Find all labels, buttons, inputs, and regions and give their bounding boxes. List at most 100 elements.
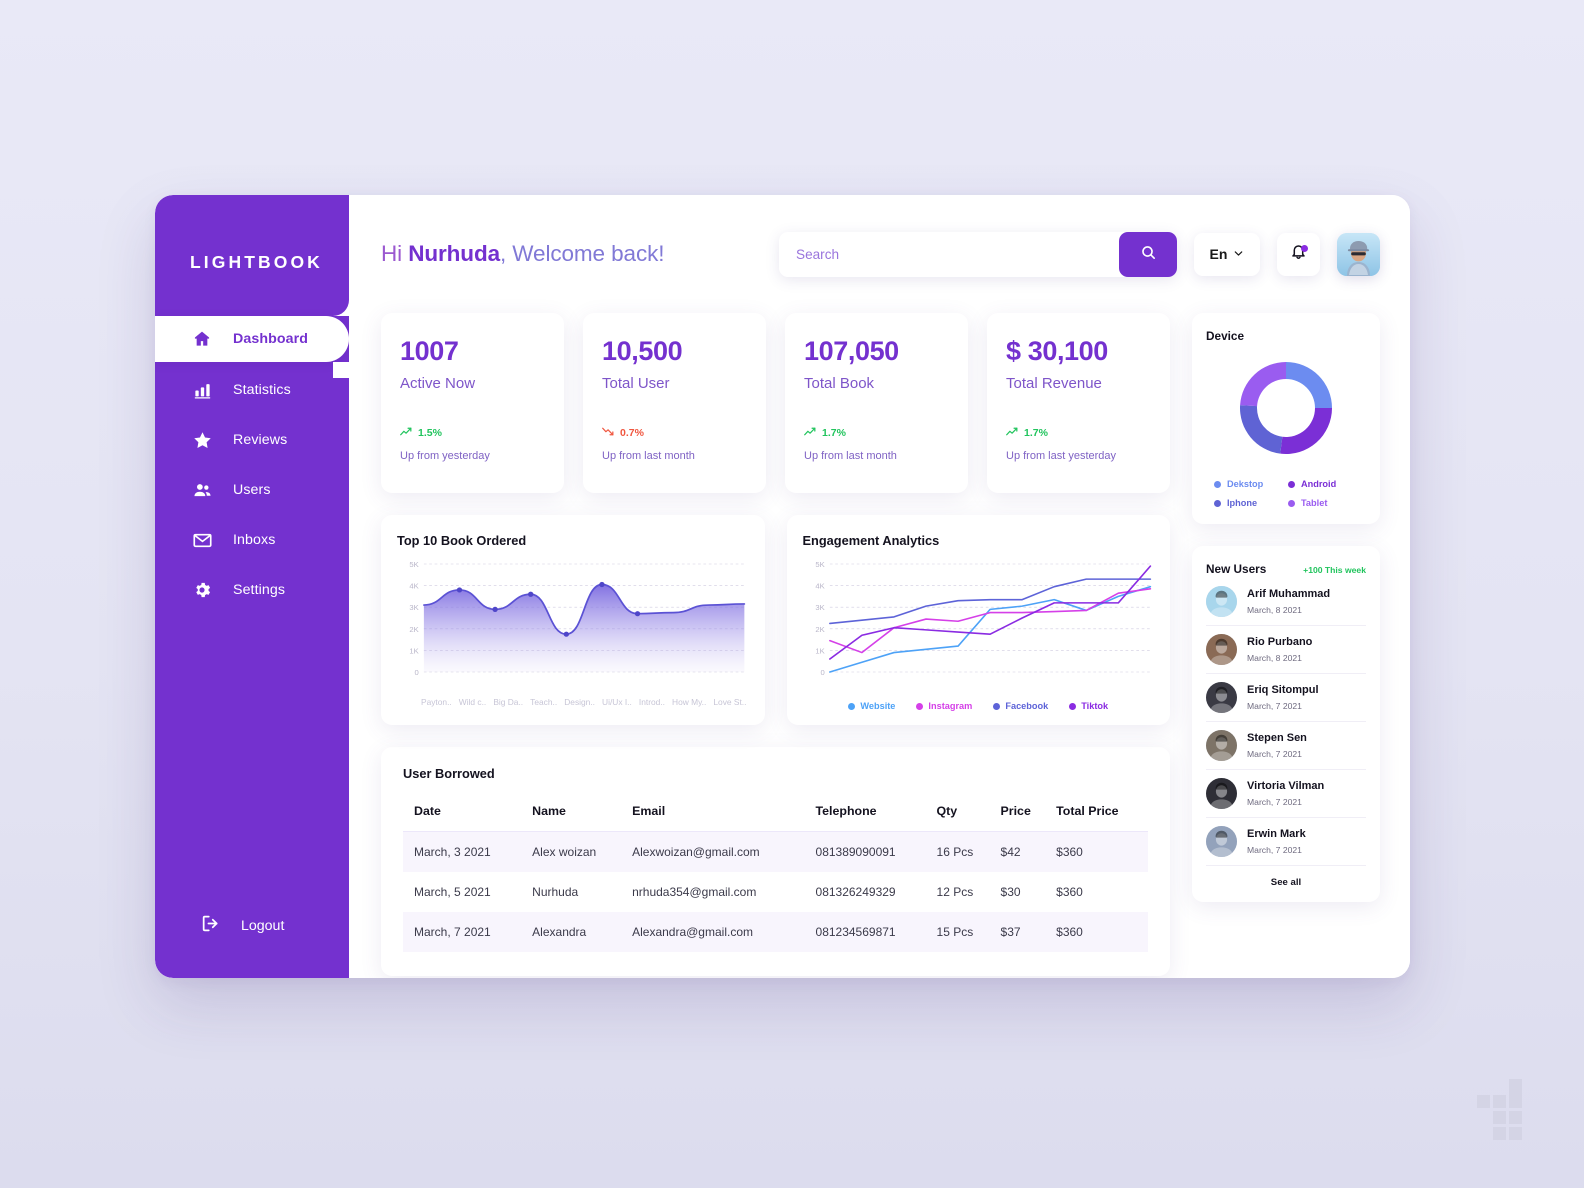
table-column-header[interactable]: Email — [626, 795, 810, 832]
envelope-icon — [191, 529, 213, 551]
avatar[interactable] — [1337, 232, 1380, 276]
watermark-cell — [1477, 1095, 1490, 1108]
svg-text:4K: 4K — [815, 582, 824, 591]
table-column-header[interactable]: Price — [994, 795, 1051, 832]
table-column-header[interactable]: Qty — [930, 795, 995, 832]
svg-text:1K: 1K — [815, 647, 824, 656]
search-input[interactable] — [779, 231, 1177, 277]
stat-card-active-now: 1007 Active Now 1.5% Up from yesterday — [381, 313, 564, 493]
table-cell: March, 7 2021 — [414, 925, 491, 939]
table-row[interactable]: March, 7 2021 Alexandra Alexandra@gmail.co… — [403, 912, 1148, 952]
stat-label: Active Now — [400, 374, 476, 392]
legend-item[interactable]: Facebook — [993, 701, 1048, 711]
stat-value: 1007 — [400, 336, 459, 366]
user-date: March, 7 2021 — [1247, 748, 1302, 759]
app-root: LIGHTBOOK Dashboard Statistics Reviews U… — [0, 0, 1584, 1188]
watermark-cell — [1509, 1079, 1522, 1108]
list-item[interactable]: Eriq Sitompul March, 7 2021 — [1206, 674, 1366, 722]
table-column-header[interactable]: Total Price — [1050, 795, 1148, 832]
line-chart-canvas: 0 1K 2K 3K 4K 5K — [815, 560, 1151, 677]
topbar: Hi Nurhuda, Welcome back! Search En — [371, 195, 1388, 313]
table-column-header[interactable]: Name — [526, 795, 627, 832]
sidebar-item-statistics[interactable]: Statistics — [155, 368, 349, 412]
sidebar-item-dashboard[interactable]: Dashboard — [155, 300, 349, 378]
table-cell: $360 — [1056, 885, 1083, 899]
legend-label: Tablet — [1301, 498, 1328, 508]
stat-delta: 0.7% — [602, 426, 747, 440]
list-item[interactable]: Virtoria Vilman March, 7 2021 — [1206, 770, 1366, 818]
svg-text:3K: 3K — [815, 603, 824, 612]
legend-label: Dekstop — [1227, 479, 1264, 489]
sidebar-item-users[interactable]: Users — [155, 468, 349, 512]
stat-delta-value: 1.5% — [418, 426, 442, 439]
chart-card-top-books: Top 10 Book Ordered 0 1K 2K 3K 4K 5K Payton..… — [381, 515, 765, 725]
user-name: Stepen Sen — [1247, 732, 1307, 745]
stat-note: Up from last yesterday — [1006, 449, 1117, 462]
search-button[interactable] — [1119, 231, 1177, 277]
table-cell: $360 — [1056, 845, 1083, 859]
device-legend-item[interactable]: Iphone — [1214, 498, 1284, 508]
charts-row: Top 10 Book Ordered 0 1K 2K 3K 4K 5K Payton..… — [381, 515, 1170, 725]
avatar — [1206, 778, 1237, 809]
sidebar-item-inboxs[interactable]: Inboxs — [155, 518, 349, 562]
list-item[interactable]: Erwin Mark March, 7 2021 — [1206, 818, 1366, 866]
page-title: Hi Nurhuda, Welcome back! — [381, 241, 665, 267]
svg-text:4K: 4K — [409, 582, 418, 591]
trend-up-icon — [1006, 426, 1019, 440]
chart-title: Engagement Analytics — [802, 533, 940, 548]
pill-corner-top — [333, 300, 349, 316]
svg-text:0: 0 — [414, 668, 418, 677]
chart-x-label: Introd.. — [638, 697, 665, 707]
table-cell: $42 — [1000, 845, 1021, 859]
table-column-header[interactable]: Date — [403, 795, 527, 832]
list-item[interactable]: Stepen Sen March, 7 2021 — [1206, 722, 1366, 770]
new-users-card: New Users +100 This week Arif Muhammad Ma… — [1192, 546, 1380, 902]
sidebar-item-label: Settings — [233, 582, 286, 598]
table-row[interactable]: March, 3 2021 Alex woizan Alexwoizan@gmail… — [403, 831, 1148, 872]
chart-x-label: Wild c.. — [458, 697, 487, 707]
watermark-logo — [1477, 1079, 1522, 1140]
legend-label: Facebook — [1005, 701, 1049, 711]
chart-x-label: Big Da.. — [493, 697, 524, 707]
table-cell: Alex woizan — [532, 845, 597, 859]
table-column-header[interactable]: Telephone — [809, 795, 931, 832]
user-borrowed-table: Date Name Email Telephone Qty Price Total Pric… — [403, 795, 1148, 952]
table-row[interactable]: March, 5 2021 Nurhuda nrhuda354@gmail.com 0… — [403, 872, 1148, 912]
legend-item[interactable]: Instagram — [916, 701, 972, 711]
notifications-button[interactable] — [1277, 232, 1320, 276]
chart-x-label: Love St.. — [713, 697, 747, 707]
stat-delta: 1.7% — [804, 426, 949, 440]
list-item[interactable]: Arif Muhammad March, 8 2021 — [1206, 576, 1366, 626]
sidebar-item-reviews[interactable]: Reviews — [155, 418, 349, 462]
trend-up-icon — [400, 426, 413, 440]
sidebar-item-settings[interactable]: Settings — [155, 568, 349, 612]
greeting-name: Nurhuda — [408, 241, 500, 266]
list-item-text: Eriq Sitompul March, 7 2021 — [1247, 683, 1319, 712]
list-item-text: Erwin Mark March, 7 2021 — [1247, 827, 1306, 856]
sidebar-item-label: Users — [233, 482, 271, 498]
legend-label: Instagram — [928, 701, 973, 711]
stat-label: Total User — [602, 374, 670, 392]
legend-swatch — [993, 702, 1001, 710]
list-item[interactable]: Rio Purbano March, 8 2021 — [1206, 626, 1366, 674]
table-cell: Alexandra@gmail.com — [632, 925, 753, 939]
table-cell: 16 Pcs — [936, 845, 974, 859]
chart-x-label: How My.. — [672, 697, 707, 707]
device-legend-item[interactable]: Dekstop — [1214, 479, 1284, 489]
legend-item[interactable]: Website — [848, 701, 895, 711]
stat-cards: 1007 Active Now 1.5% Up from yesterday 1… — [381, 313, 1170, 493]
right-column: Device Dekstop Android Iphone Tablet New Us… — [1192, 313, 1380, 976]
brand-logo: LIGHTBOOK — [190, 252, 323, 272]
stat-note: Up from yesterday — [400, 449, 490, 462]
legend-item[interactable]: Tiktok — [1069, 701, 1108, 711]
legend-swatch — [1214, 499, 1221, 507]
legend-label: Android — [1301, 479, 1337, 489]
logout-button[interactable]: Logout — [155, 906, 349, 946]
device-legend-item[interactable]: Tablet — [1288, 498, 1358, 508]
user-name: Arif Muhammad — [1247, 588, 1331, 601]
logout-icon — [200, 913, 221, 939]
device-legend-item[interactable]: Android — [1288, 479, 1358, 489]
stat-value: $ 30,100 — [1006, 336, 1108, 366]
see-all-button[interactable]: See all — [1206, 866, 1366, 890]
language-selector[interactable]: En — [1194, 232, 1260, 276]
